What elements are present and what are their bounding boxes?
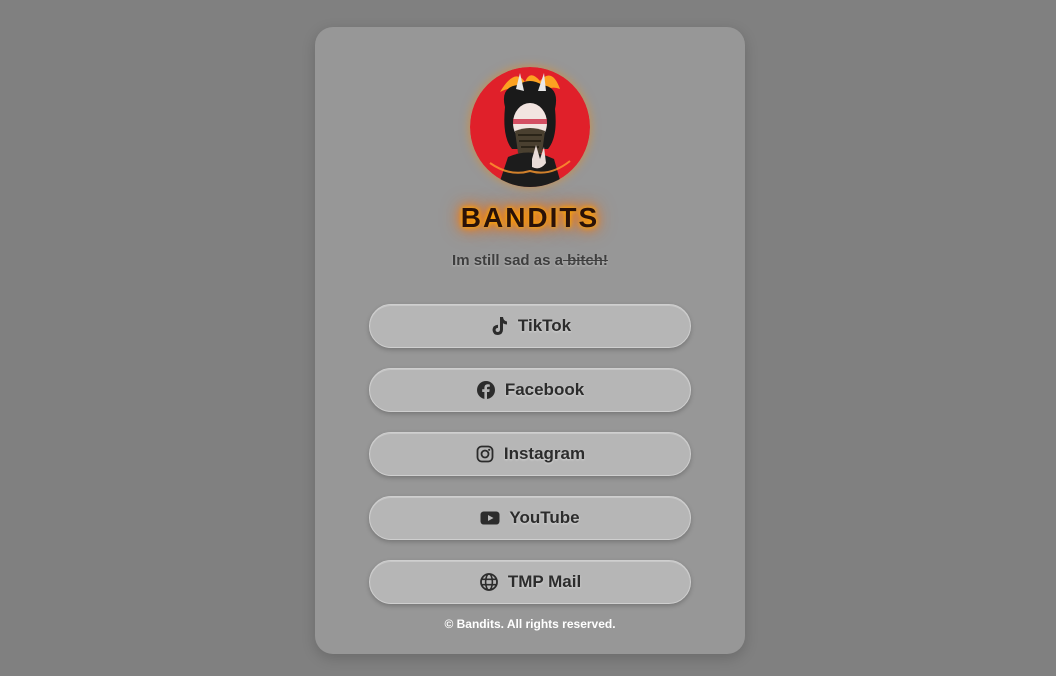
tagline-text: Im still sad as a — [452, 252, 563, 269]
brand-title: BANDITS — [460, 202, 600, 233]
profile-card: BANDITS Im still sad as a bitch! TikTok … — [315, 27, 745, 654]
youtube-link-label: YouTube — [509, 508, 580, 527]
link-list: TikTok Facebook Instagram YouTube TMP Ma… — [369, 304, 691, 624]
tiktok-link-button[interactable]: TikTok — [369, 304, 691, 348]
youtube-link-button[interactable]: YouTube — [369, 496, 691, 540]
footer-copyright: © Bandits. All rights reserved. — [444, 617, 616, 631]
tmp-mail-link-button[interactable]: TMP Mail — [369, 560, 691, 604]
tmp-mail-link-label: TMP Mail — [507, 572, 582, 591]
tiktok-icon — [489, 316, 509, 336]
avatar — [470, 67, 590, 187]
tagline-struck-text: bitch! — [562, 252, 608, 269]
globe-icon — [479, 572, 499, 592]
youtube-icon — [480, 508, 500, 528]
instagram-link-label: Instagram — [503, 444, 586, 463]
facebook-link-label: Facebook — [504, 380, 585, 399]
instagram-link-button[interactable]: Instagram — [369, 432, 691, 476]
facebook-icon — [476, 380, 496, 400]
avatar-illustration — [470, 67, 590, 187]
instagram-icon — [475, 444, 495, 464]
tiktok-link-label: TikTok — [517, 316, 572, 335]
facebook-link-button[interactable]: Facebook — [369, 368, 691, 412]
tagline: Im still sad as a bitch! — [315, 252, 745, 269]
